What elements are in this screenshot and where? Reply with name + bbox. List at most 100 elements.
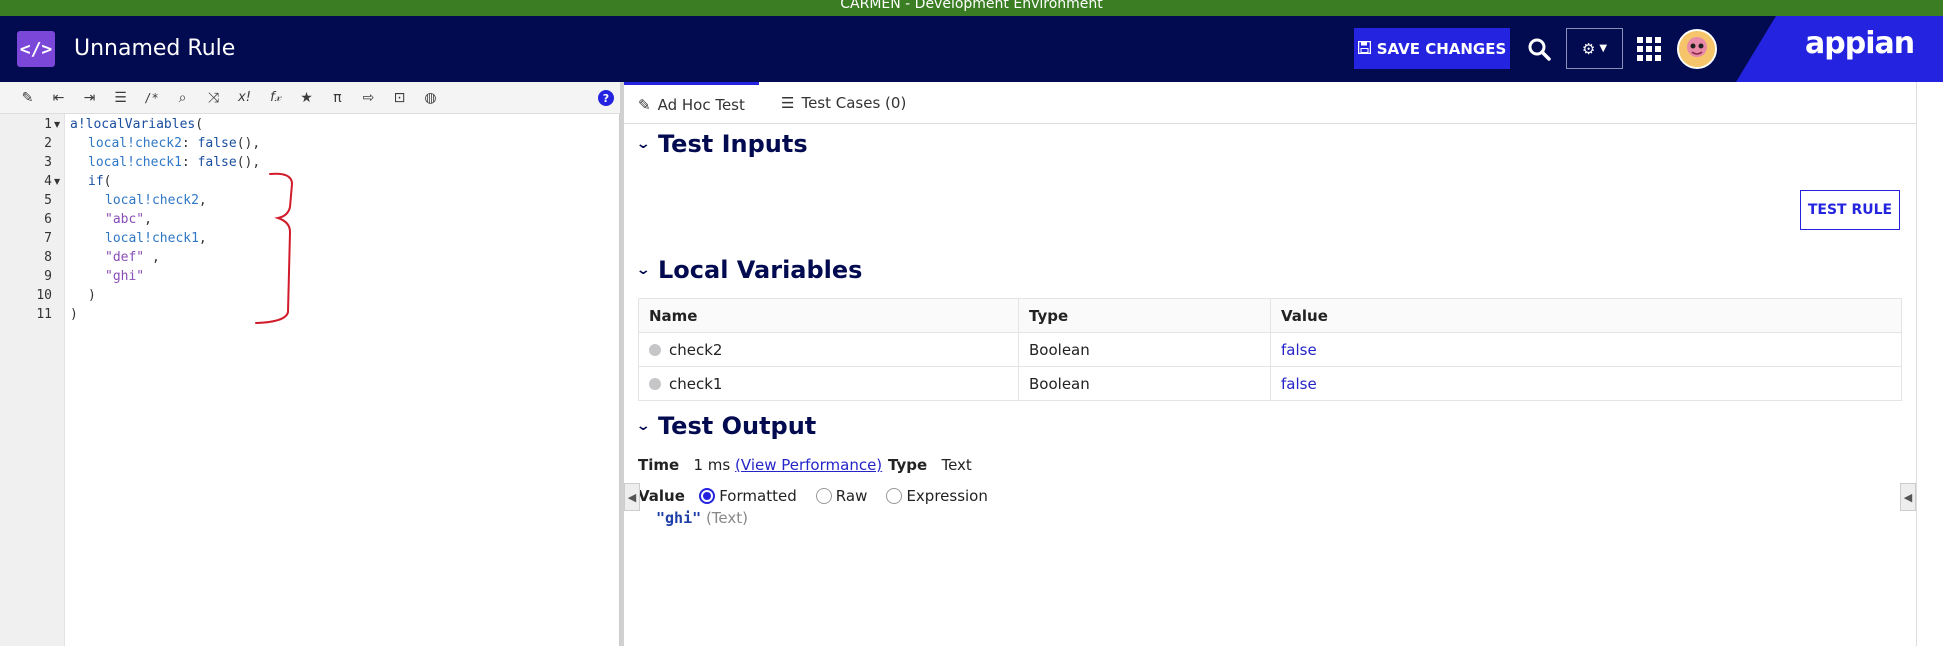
search-icon[interactable]	[1522, 30, 1556, 68]
code-token: (	[103, 174, 112, 189]
cell-value: false	[1270, 332, 1902, 367]
fold-caret-icon[interactable]: ▼	[54, 115, 60, 134]
radio-unselected-icon	[815, 488, 832, 504]
magic-wand-icon[interactable]: ✎	[12, 88, 43, 108]
variable-value: false	[1281, 374, 1317, 393]
code-token: (),	[236, 155, 261, 170]
appian-logo: appian	[1805, 26, 1915, 61]
app-grid-icon[interactable]	[1634, 30, 1664, 68]
variable-name: check1	[669, 374, 723, 393]
code-token: ,	[144, 212, 152, 227]
code-token: )	[88, 288, 96, 303]
help-icon[interactable]: ?	[598, 90, 614, 106]
code-line: )	[70, 305, 78, 324]
code-line: if(	[88, 172, 111, 191]
radio-formatted[interactable]: Formatted	[699, 487, 797, 505]
type-label: Type	[888, 456, 928, 474]
code-line: local!check2,	[105, 191, 207, 210]
cell-type: Boolean	[1018, 332, 1271, 367]
section-title: Local Variables	[658, 256, 863, 284]
code-line: local!check2: false(),	[88, 134, 260, 153]
line-number: 2	[44, 136, 52, 151]
chevron-down-icon: ⌄	[635, 418, 651, 434]
status-dot-icon	[649, 343, 661, 356]
fold-caret-icon[interactable]: ▼	[54, 172, 60, 191]
code-token: :	[181, 136, 198, 151]
function-icon[interactable]: f𝓍	[260, 88, 291, 108]
column-header-name: Name	[638, 298, 1019, 333]
section-local-variables[interactable]: ⌄ Local Variables	[635, 256, 863, 284]
indent-icon[interactable]: ⇥	[74, 88, 105, 108]
section-title: Test Inputs	[658, 130, 808, 158]
code-line: a!localVariables(	[70, 115, 203, 134]
outdent-icon[interactable]: ⇤	[43, 88, 74, 108]
variable-icon[interactable]: x!	[229, 88, 260, 108]
search-icon[interactable]: ⌕	[167, 88, 198, 108]
output-type: Type Text	[888, 456, 972, 474]
comment-icon[interactable]: /*	[136, 88, 167, 108]
right-rail	[1916, 82, 1943, 646]
time-value: 1 ms	[693, 456, 731, 474]
save-changes-button[interactable]: SAVE CHANGES	[1354, 28, 1510, 69]
time-label: Time	[638, 456, 680, 474]
code-token: ,	[198, 231, 207, 246]
radio-selected-icon	[699, 488, 716, 504]
find-record-icon[interactable]: ⊡	[384, 88, 415, 108]
cell-name: check1	[638, 366, 1019, 401]
code-token: :	[181, 155, 198, 170]
code-token: (),	[236, 136, 261, 151]
code-token: "abc"	[105, 212, 145, 227]
globe-icon[interactable]: ◍	[415, 88, 446, 108]
tab-test-cases[interactable]: ☰ Test Cases (0)	[767, 82, 920, 124]
code-token: local!check2	[88, 136, 182, 151]
line-number: 9	[44, 269, 52, 284]
settings-menu-button[interactable]: ⚙ ▼	[1566, 28, 1623, 69]
tab-ad-hoc-test[interactable]: ✎ Ad Hoc Test	[624, 82, 759, 124]
radio-raw[interactable]: Raw	[815, 487, 868, 505]
tab-label: Ad Hoc Test	[657, 95, 745, 114]
expand-right-arrow-icon[interactable]: ◀	[1900, 483, 1916, 511]
user-avatar[interactable]	[1677, 29, 1717, 69]
radio-label: Expression	[906, 487, 988, 505]
test-tabs: ✎ Ad Hoc Test ☰ Test Cases (0)	[624, 82, 1916, 124]
code-line: local!check1,	[105, 229, 207, 248]
code-editor[interactable]: 1 ▼ 2 3 4 ▼ 5 6 7 8 9 10 11 a!localVaria…	[0, 114, 620, 646]
section-test-output[interactable]: ⌄ Test Output	[635, 412, 817, 440]
panel-splitter[interactable]	[620, 82, 624, 646]
code-token: a!localVariables	[70, 117, 196, 132]
list-icon: ☰	[781, 94, 795, 112]
shuffle-icon[interactable]: ⤨	[198, 88, 229, 108]
code-token: local!check1	[88, 155, 182, 170]
code-line: "def" ,	[105, 248, 160, 267]
section-test-inputs[interactable]: ⌄ Test Inputs	[636, 130, 808, 158]
line-number: 6	[44, 212, 52, 227]
star-icon[interactable]: ★	[291, 88, 322, 108]
column-header-value: Value	[1270, 298, 1902, 333]
export-icon[interactable]: ⇨	[353, 88, 384, 108]
output-result: "ghi" (Text)	[656, 509, 748, 527]
output-time: Time 1 ms (View Performance)	[638, 456, 882, 474]
collapse-left-arrow-icon[interactable]: ◀	[624, 483, 640, 511]
expression-rule-icon: </>	[17, 31, 55, 67]
code-line: "ghi"	[105, 267, 144, 286]
radio-label: Raw	[835, 487, 868, 505]
test-rule-button[interactable]: TEST RULE	[1800, 190, 1900, 230]
line-number: 7	[44, 231, 52, 246]
list-icon[interactable]: ☰	[105, 88, 136, 108]
code-token: local!check2	[105, 193, 199, 208]
variable-value: false	[1281, 340, 1317, 359]
line-number: 1	[44, 117, 52, 132]
view-performance-link[interactable]: (View Performance)	[735, 456, 882, 474]
status-dot-icon	[649, 377, 661, 390]
section-title: Test Output	[658, 412, 817, 440]
pi-icon[interactable]: π	[322, 88, 353, 108]
line-number: 10	[36, 288, 52, 303]
rule-title[interactable]: Unnamed Rule	[74, 36, 235, 61]
expression-editor-toolbar: ✎ ⇤ ⇥ ☰ /* ⌕ ⤨ x! f𝓍 ★ π ⇨ ⊡ ◍	[0, 82, 620, 114]
code-token: false	[197, 155, 237, 170]
chevron-down-icon: ⌄	[635, 262, 651, 278]
line-number: 3	[44, 155, 52, 170]
code-token: "def"	[105, 250, 145, 265]
cell-type: Boolean	[1018, 366, 1271, 401]
radio-expression[interactable]: Expression	[886, 487, 988, 505]
